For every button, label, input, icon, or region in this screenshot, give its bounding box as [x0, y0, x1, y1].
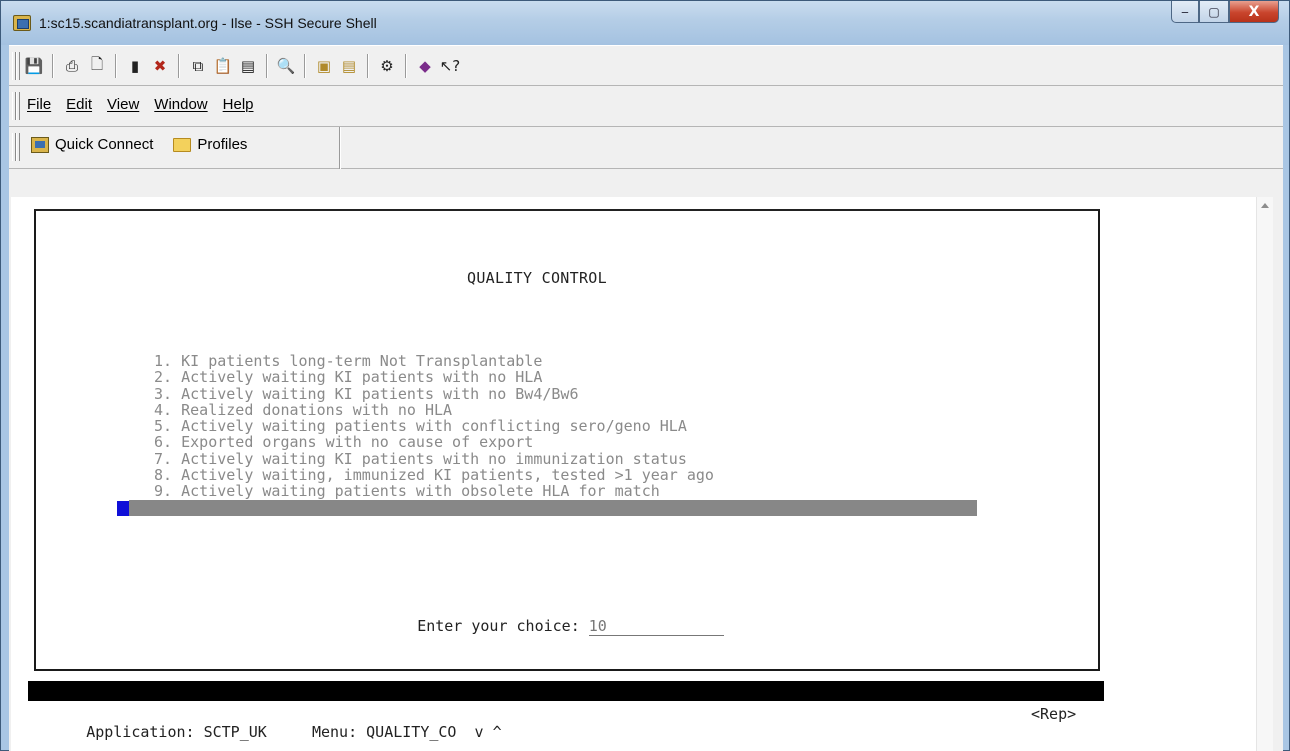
toolbar-separator: [52, 54, 54, 78]
disconnect-red-icon[interactable]: ✖: [149, 55, 171, 77]
menu-list: 1. KI patients long-term Not Transplanta…: [117, 353, 977, 548]
menu-bar: File Edit View Window Help: [9, 86, 1283, 127]
disconnect-icon[interactable]: ▮: [124, 55, 146, 77]
toolbar-separator: [266, 54, 268, 78]
toolbar-grip-2[interactable]: [16, 52, 20, 80]
choice-label: Enter your choice:: [417, 617, 589, 635]
new-terminal-icon[interactable]: ▣: [313, 55, 335, 77]
choice-input[interactable]: 10: [588, 617, 724, 636]
menu-option[interactable]: 6. Exported organs with no cause of expo…: [131, 434, 977, 451]
profile-bar: Quick Connect Profiles: [9, 127, 1283, 169]
menu-option[interactable]: 3. Actively waiting KI patients with no …: [131, 385, 977, 402]
quick-connect-group: Quick Connect Profiles: [31, 136, 247, 153]
menu-option[interactable]: 5. Actively waiting patients with confli…: [131, 418, 977, 435]
menu-items: File Edit View Window Help: [27, 96, 254, 113]
status-menu: Menu: QUALITY_CO v ^: [311, 723, 502, 741]
app-window: 1:sc15.scandiatransplant.org - Ilse - SS…: [0, 0, 1290, 751]
copy-icon[interactable]: ⧉: [187, 55, 209, 77]
menu-heading: QUALITY CONTROL: [467, 269, 607, 287]
print-preview-icon[interactable]: 🗋: [86, 55, 108, 77]
window-controls: ‒ ▢ X: [1171, 1, 1279, 23]
menu-option[interactable]: 1. KI patients long-term Not Transplanta…: [131, 353, 977, 370]
toolbar-separator: [304, 54, 306, 78]
status-application: Application: SCTP_UK: [86, 723, 267, 741]
menubar-grip-2[interactable]: [16, 92, 20, 120]
context-help-icon[interactable]: ↖?: [439, 55, 461, 77]
menu-window[interactable]: Window: [154, 96, 207, 113]
menu-option-selected[interactable]: 10. Actively waiting patients with obsol…: [117, 499, 977, 548]
toolbar-separator: [405, 54, 407, 78]
selected-option-label: 10. Actively waiting patients with obsol…: [206, 531, 740, 550]
title-bar[interactable]: 1:sc15.scandiatransplant.org - Ilse - SS…: [1, 1, 1289, 45]
toolbar-separator: [367, 54, 369, 78]
menu-option[interactable]: 8. Actively waiting, immunized KI patien…: [131, 467, 977, 484]
close-button[interactable]: X: [1229, 1, 1279, 23]
window-title: 1:sc15.scandiatransplant.org - Ilse - SS…: [39, 15, 377, 31]
maximize-button[interactable]: ▢: [1199, 1, 1229, 23]
help-book-icon[interactable]: ◆: [414, 55, 436, 77]
new-file-transfer-icon[interactable]: ▤: [338, 55, 360, 77]
profiles-button[interactable]: Profiles: [197, 136, 247, 153]
menu-option[interactable]: 7. Actively waiting KI patients with no …: [131, 450, 977, 467]
status-line: Application: SCTP_UK Menu: QUALITY_CO v …: [32, 705, 1112, 751]
status-mode: <Rep>: [1031, 705, 1077, 723]
minimize-button[interactable]: ‒: [1171, 1, 1199, 23]
vertical-scrollbar[interactable]: [1256, 197, 1273, 751]
menu-view[interactable]: View: [107, 96, 139, 113]
toolbar-separator: [115, 54, 117, 78]
save-icon[interactable]: 💾: [23, 55, 45, 77]
text-cursor: [117, 500, 129, 516]
status-separator-bar: [28, 681, 1104, 701]
terminal-pane[interactable]: QUALITY CONTROL 1. KI patients long-term…: [11, 197, 1273, 751]
menu-option[interactable]: 2. Actively waiting KI patients with no …: [131, 369, 977, 386]
choice-prompt: Enter your choice: 10: [363, 599, 724, 654]
menu-edit[interactable]: Edit: [66, 96, 92, 113]
ssh-app-icon[interactable]: [13, 15, 31, 31]
print-icon[interactable]: ⎙: [61, 55, 83, 77]
toolbar-icons: 💾 ⎙ 🗋 ▮ ✖ ⧉ 📋 ▤ 🔍 ▣ ▤ ⚙ ◆ ↖?: [23, 54, 461, 78]
settings-icon[interactable]: ⚙: [376, 55, 398, 77]
paste-special-icon[interactable]: ▤: [237, 55, 259, 77]
scroll-up-arrow-icon[interactable]: [1261, 203, 1269, 208]
menu-help[interactable]: Help: [223, 96, 254, 113]
folder-icon[interactable]: [173, 137, 192, 152]
main-toolbar: 💾 ⎙ 🗋 ▮ ✖ ⧉ 📋 ▤ 🔍 ▣ ▤ ⚙ ◆ ↖?: [9, 45, 1283, 86]
menu-file[interactable]: File: [27, 96, 51, 113]
quick-connect-button[interactable]: Quick Connect: [55, 136, 153, 153]
profilebar-divider: [339, 127, 341, 169]
paste-icon[interactable]: 📋: [212, 55, 234, 77]
find-icon[interactable]: 🔍: [275, 55, 297, 77]
profilebar-grip-2[interactable]: [16, 133, 20, 161]
menu-option[interactable]: 4. Realized donations with no HLA: [131, 402, 977, 419]
menu-option[interactable]: 9. Actively waiting patients with obsole…: [131, 483, 977, 500]
quick-connect-icon[interactable]: [31, 136, 49, 153]
toolbar-separator: [178, 54, 180, 78]
